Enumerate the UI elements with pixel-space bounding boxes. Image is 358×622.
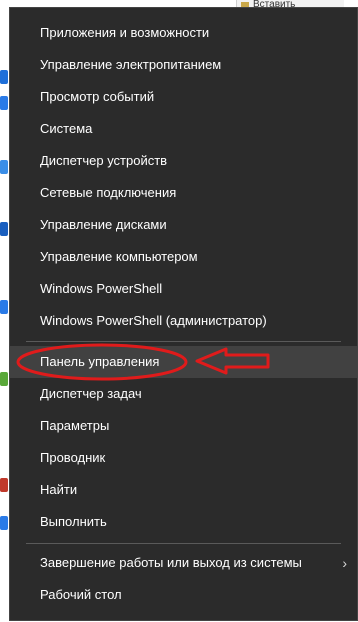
- menu-item-computer-management[interactable]: Управление компьютером: [10, 241, 357, 273]
- menu-item-desktop[interactable]: Рабочий стол: [10, 579, 357, 611]
- menu-item-label: Диспетчер устройств: [40, 153, 168, 168]
- menu-item-apps-features[interactable]: Приложения и возможности: [10, 17, 357, 49]
- menu-item-label: Проводник: [40, 450, 106, 465]
- desktop-app-icon[interactable]: [0, 222, 8, 236]
- desktop-app-icon[interactable]: [0, 372, 8, 386]
- menu-item-label: Рабочий стол: [40, 587, 122, 602]
- menu-item-system[interactable]: Система: [10, 113, 357, 145]
- menu-item-label: Просмотр событий: [40, 89, 155, 104]
- desktop-app-icon[interactable]: [0, 96, 8, 110]
- menu-item-label: Windows PowerShell: [40, 281, 163, 296]
- menu-item-task-manager[interactable]: Диспетчер задач: [10, 378, 357, 410]
- menu-item-shutdown-signout[interactable]: Завершение работы или выход из системы ›: [10, 547, 357, 579]
- menu-item-powershell-admin[interactable]: Windows PowerShell (администратор): [10, 305, 357, 337]
- menu-item-label: Управление компьютером: [40, 249, 198, 264]
- menu-item-settings[interactable]: Параметры: [10, 410, 357, 442]
- menu-item-label: Панель управления: [40, 354, 160, 369]
- menu-item-label: Приложения и возможности: [40, 25, 210, 40]
- chevron-right-icon: ›: [342, 555, 347, 571]
- menu-item-label: Выполнить: [40, 514, 107, 529]
- desktop-app-icon[interactable]: [0, 478, 8, 492]
- menu-item-label: Управление дисками: [40, 217, 167, 232]
- menu-item-power-options[interactable]: Управление электропитанием: [10, 49, 357, 81]
- menu-item-network-connections[interactable]: Сетевые подключения: [10, 177, 357, 209]
- winx-context-menu: Приложения и возможности Управление элек…: [10, 8, 357, 620]
- menu-separator: [26, 341, 341, 342]
- menu-item-file-explorer[interactable]: Проводник: [10, 442, 357, 474]
- menu-item-label: Сетевые подключения: [40, 185, 177, 200]
- desktop-app-icon[interactable]: [0, 160, 8, 174]
- menu-item-disk-management[interactable]: Управление дисками: [10, 209, 357, 241]
- menu-item-control-panel[interactable]: Панель управления: [10, 346, 357, 378]
- menu-separator: [26, 543, 341, 544]
- menu-item-label: Система: [40, 121, 93, 136]
- desktop-app-icon[interactable]: [0, 516, 8, 530]
- desktop-app-icon[interactable]: [0, 300, 8, 314]
- menu-item-device-manager[interactable]: Диспетчер устройств: [10, 145, 357, 177]
- menu-item-label: Управление электропитанием: [40, 57, 222, 72]
- menu-item-search[interactable]: Найти: [10, 474, 357, 506]
- desktop-app-icon[interactable]: [0, 70, 8, 84]
- menu-item-powershell[interactable]: Windows PowerShell: [10, 273, 357, 305]
- menu-item-label: Диспетчер задач: [40, 386, 142, 401]
- menu-item-label: Windows PowerShell (администратор): [40, 313, 267, 328]
- menu-item-event-viewer[interactable]: Просмотр событий: [10, 81, 357, 113]
- menu-item-label: Параметры: [40, 418, 110, 433]
- menu-item-label: Завершение работы или выход из системы: [40, 555, 302, 570]
- menu-item-run[interactable]: Выполнить: [10, 506, 357, 538]
- menu-item-label: Найти: [40, 482, 78, 497]
